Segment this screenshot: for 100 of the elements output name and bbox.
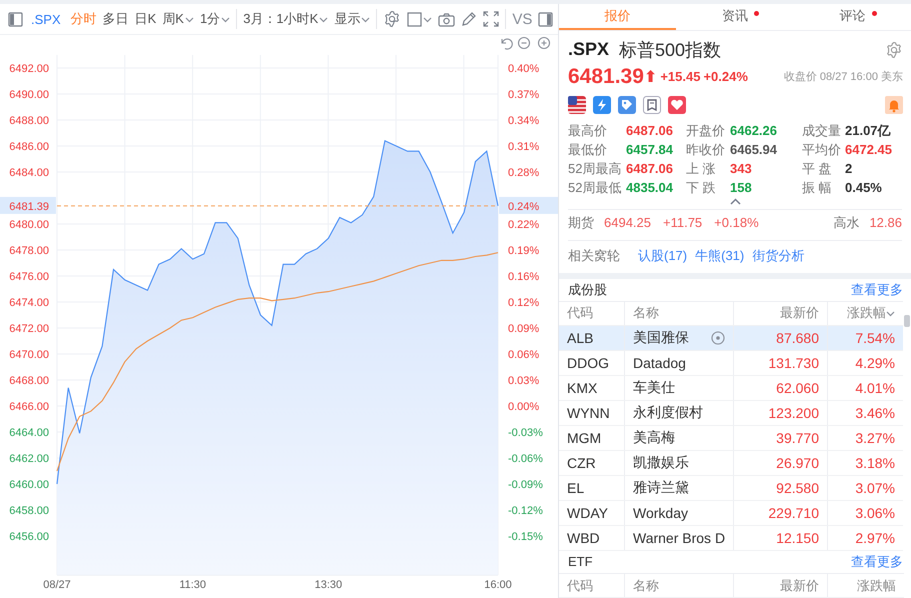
compare-button[interactable]: VS (509, 7, 536, 31)
warrants-label: 相关窝轮 (568, 246, 620, 265)
futures-price: 6494.25 (604, 215, 651, 230)
target-icon[interactable] (711, 330, 725, 345)
stock-code: KMX (559, 376, 625, 400)
stock-row[interactable]: WYNN 永利度假村 123.200 3.46% (559, 400, 904, 426)
stock-row[interactable]: ALB 美国雅保 87.680 7.54% (559, 326, 904, 351)
price-axis-label: 6486.00 (9, 141, 49, 153)
stock-change: 4.01% (854, 378, 896, 398)
flag-icon[interactable] (568, 96, 586, 114)
stock-price: 87.680 (734, 326, 828, 350)
stat-value: 343 (730, 161, 752, 176)
lightning-icon[interactable] (593, 96, 611, 114)
percent-axis-label: -0.06% (508, 453, 543, 465)
stock-row[interactable]: CZR 凯撒娱乐 26.970 3.18% (559, 450, 904, 476)
settings-icon[interactable] (885, 40, 903, 59)
stock-name: 雅诗兰黛 (633, 478, 690, 497)
stock-code: WDAY (559, 500, 625, 525)
price-axis-label: 6472.00 (9, 323, 49, 335)
column-header[interactable]: 代码 (559, 302, 625, 325)
stock-row[interactable]: WBD Warner Bros D 12.150 2.97% (559, 526, 904, 551)
stat-label: 开盘价 (686, 122, 726, 140)
stat-value: 0.45% (845, 180, 882, 196)
price-axis-label: 6476.00 (9, 271, 49, 283)
settings-icon[interactable] (383, 10, 402, 28)
column-header[interactable]: 最新价 (734, 302, 828, 325)
stat-label: 昨收价 (686, 140, 726, 159)
caret-icon (319, 16, 328, 22)
column-header[interactable]: 涨跌幅 (828, 574, 904, 598)
column-header[interactable]: 名称 (625, 302, 734, 325)
fullscreen-icon[interactable] (483, 11, 500, 27)
undo-icon[interactable] (501, 38, 513, 50)
camera-icon[interactable] (438, 12, 456, 26)
stock-row[interactable]: EL 雅诗兰黛 92.580 3.07% (559, 476, 904, 501)
zoom-out-icon[interactable] (518, 36, 530, 50)
column-header[interactable]: 代码 (559, 574, 625, 598)
period-tab[interactable]: 日K (132, 7, 160, 31)
caret-icon (423, 16, 432, 22)
ref-line-label: 6481.39 (9, 200, 49, 213)
close-time: 收盘价 08/27 16:00 美东 (784, 70, 903, 84)
price-axis-label: 6468.00 (9, 375, 49, 387)
stock-price: 12.150 (734, 526, 828, 550)
futures-percent: +0.18% (714, 215, 759, 230)
panel-tab[interactable]: 评论 (794, 4, 911, 30)
range-dropdown[interactable]: 3月：1小时K (240, 7, 332, 31)
stock-code: CZR (559, 450, 625, 475)
stock-row[interactable]: DDOG Datadog 131.730 4.29% (559, 350, 904, 376)
stat-label: 52周最低 (568, 178, 622, 197)
bell-icon[interactable] (885, 96, 903, 114)
stock-code: MGM (559, 426, 625, 450)
period-dropdown[interactable]: 1分 (196, 7, 234, 31)
stock-change: 4.29% (854, 354, 896, 373)
stock-row[interactable]: MGM 美高梅 39.770 3.27% (559, 426, 904, 451)
percent-axis-label: 0.06% (508, 349, 540, 361)
stat-value: 2 (845, 161, 852, 176)
stock-change: 3.18% (854, 454, 896, 473)
percent-axis-label: -0.03% (508, 427, 543, 439)
tag-icon[interactable] (618, 96, 636, 114)
collapse-caret-icon[interactable] (730, 198, 740, 205)
section-title: ETF (568, 554, 593, 570)
stock-code: DDOG (559, 350, 625, 375)
percent-axis-label: 0.28% (508, 167, 540, 179)
panel-toggle-icon[interactable] (538, 12, 554, 26)
column-header[interactable]: 最新价 (734, 574, 828, 598)
stock-code: WYNN (559, 400, 625, 425)
stock-change: 3.07% (854, 478, 896, 498)
column-header[interactable]: 名称 (625, 574, 734, 598)
bookmark-icon[interactable] (643, 96, 661, 114)
period-dropdown[interactable]: 周K (159, 7, 197, 31)
warrant-link[interactable]: 认股(17) (638, 246, 688, 265)
futures-change: +11.75 (663, 215, 702, 230)
percent-axis-label: 0.34% (508, 115, 540, 127)
period-tab[interactable]: 多日 (100, 7, 132, 31)
warrant-link[interactable]: 街货分析 (752, 246, 804, 265)
display-dropdown[interactable]: 显示 (331, 7, 374, 31)
stat-value: 6465.94 (730, 142, 777, 158)
see-more-link[interactable]: 查看更多 (851, 552, 903, 571)
stat-label: 下 跌 (686, 178, 717, 197)
scrollbar-thumb[interactable] (904, 314, 910, 327)
pencil-icon[interactable] (461, 11, 478, 27)
price-axis-label: 6488.00 (9, 115, 49, 127)
panel-tab[interactable]: 资讯 (676, 4, 794, 30)
symbol-link[interactable]: .SPX (31, 12, 61, 26)
stock-row[interactable]: WDAY Workday 229.710 3.06% (559, 500, 904, 526)
percent-axis-label: 0.31% (508, 141, 540, 153)
sidebar-toggle-icon[interactable] (8, 12, 23, 26)
time-axis-label: 08/27 (43, 579, 71, 591)
stock-code: WBD (559, 526, 625, 550)
column-header[interactable]: 涨跌幅 (828, 302, 904, 325)
index-name: 标普500指数 (619, 38, 722, 62)
stock-price: 131.730 (734, 350, 828, 375)
warrant-link[interactable]: 牛熊(31) (695, 246, 744, 265)
price-axis-label: 6470.00 (9, 349, 49, 361)
percent-axis-label: 0.12% (508, 297, 540, 309)
stat-value: 6487.06 (626, 161, 673, 176)
stat-value: 6457.84 (626, 142, 673, 158)
see-more-link[interactable]: 查看更多 (851, 280, 903, 299)
stock-row[interactable]: KMX 车美仕 62.060 4.01% (559, 376, 904, 401)
zoom-in-icon[interactable] (538, 36, 550, 50)
stock-name: Workday (633, 504, 689, 521)
